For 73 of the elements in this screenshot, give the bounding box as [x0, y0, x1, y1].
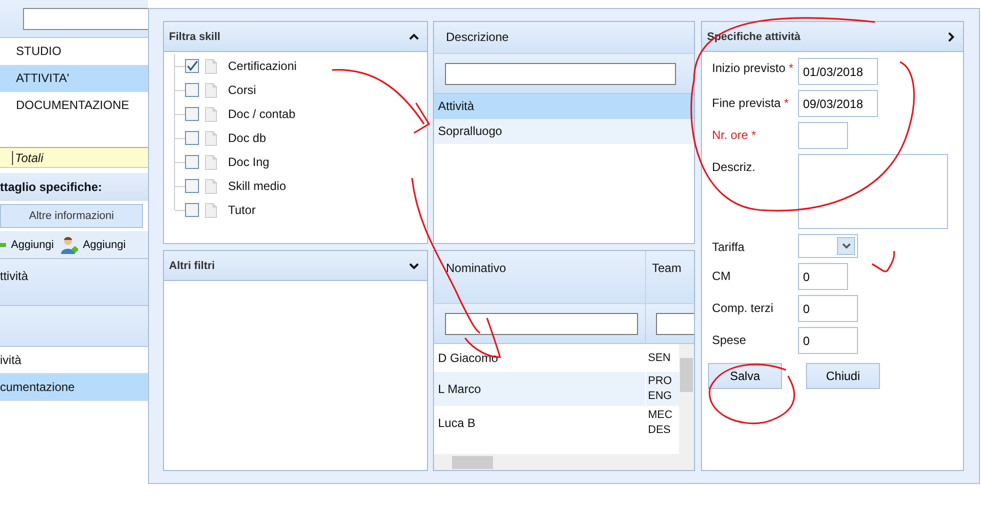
totals-label: Totali: [12, 150, 44, 164]
input-field[interactable]: 0: [798, 327, 858, 354]
input-field[interactable]: 09/03/2018: [798, 90, 878, 117]
checkbox[interactable]: [185, 179, 199, 193]
document-icon: [205, 82, 217, 98]
section-title: ttaglio specifiche:: [0, 173, 148, 201]
close-button[interactable]: Chiudi: [806, 363, 880, 389]
menu-item[interactable]: DOCUMENTAZIONE: [0, 92, 148, 119]
table-cell-text: MEC DES: [647, 408, 674, 438]
tree-item-label[interactable]: Doc Ing: [228, 155, 270, 169]
document-icon: [205, 154, 217, 170]
tree-item-label[interactable]: Doc db: [228, 131, 266, 145]
tree-item-label[interactable]: Doc / contab: [228, 107, 296, 121]
document-icon: [205, 58, 217, 74]
search-field[interactable]: [23, 8, 148, 30]
tree-item-label[interactable]: Skill medio: [228, 179, 286, 193]
grid-row[interactable]: Sopralluogo: [434, 119, 694, 144]
add-button[interactable]: Aggiungi: [60, 236, 126, 254]
panel-title: Filtra skill: [169, 30, 220, 42]
column-header[interactable]: Descrizione: [434, 22, 694, 54]
input-field[interactable]: 0: [798, 263, 848, 290]
panel-title: Altri filtri: [169, 260, 215, 272]
info-button[interactable]: Altre informazioni: [0, 204, 143, 228]
field-label: Descriz.: [712, 159, 756, 175]
caret-icon: [842, 243, 850, 249]
annotation-check: [872, 250, 895, 272]
vertical-scrollbar[interactable]: [679, 344, 694, 454]
user-add-icon: [60, 236, 78, 254]
document-icon: [205, 178, 217, 194]
filter-field[interactable]: [656, 312, 694, 334]
field-label: Comp. terzi: [712, 300, 774, 316]
table-cell-text: PRO ENG: [647, 374, 673, 404]
tree-item-label[interactable]: Tutor: [228, 203, 256, 217]
panel-title: ttività: [0, 269, 28, 283]
table-cell: L Marco: [434, 372, 646, 406]
field-label: Tariffa: [712, 239, 746, 255]
filter-field[interactable]: [445, 312, 638, 334]
checkbox[interactable]: [185, 83, 199, 97]
field-label: Inizio previsto *: [712, 60, 794, 76]
document-icon: [205, 130, 217, 146]
filter-field[interactable]: [445, 62, 676, 84]
add-button[interactable]: Aggiungi: [0, 238, 54, 252]
document-icon: [205, 202, 217, 218]
input-field[interactable]: 01/03/2018: [798, 58, 878, 85]
column-header[interactable]: Team: [646, 251, 694, 303]
checkbox[interactable]: [185, 107, 199, 121]
dropdown[interactable]: [798, 234, 858, 258]
tree-item-label[interactable]: Certificazioni: [228, 59, 297, 73]
field-label: Spese: [712, 332, 748, 348]
column-header[interactable]: Nominativo: [434, 251, 646, 303]
checkbox[interactable]: [185, 131, 199, 145]
checkbox[interactable]: [185, 59, 199, 73]
save-button[interactable]: Salva: [708, 363, 782, 389]
field-label: Nr. ore *: [712, 127, 758, 143]
grid-row[interactable]: Attività: [434, 94, 694, 119]
field-label: CM: [712, 268, 732, 284]
table-cell: Luca B: [434, 406, 646, 440]
input-field[interactable]: 0: [798, 295, 858, 322]
chevron-right-icon[interactable]: [947, 32, 955, 42]
document-icon: [205, 106, 217, 122]
list-item[interactable]: cumentazione: [0, 374, 148, 401]
checkbox[interactable]: [185, 155, 199, 169]
menu-item[interactable]: ATTIVITA': [0, 65, 148, 92]
horizontal-scrollbar[interactable]: [434, 454, 694, 470]
expand-icon[interactable]: [409, 262, 419, 270]
checkbox[interactable]: [185, 203, 199, 217]
text-area[interactable]: [798, 154, 948, 229]
collapse-icon[interactable]: [409, 32, 419, 40]
tree-item-label[interactable]: Corsi: [228, 83, 256, 97]
field-label: Fine prevista *: [712, 95, 790, 111]
input-field[interactable]: [798, 122, 848, 149]
table-cell-text: SEN: [647, 350, 672, 366]
menu-item[interactable]: STUDIO: [0, 38, 148, 65]
